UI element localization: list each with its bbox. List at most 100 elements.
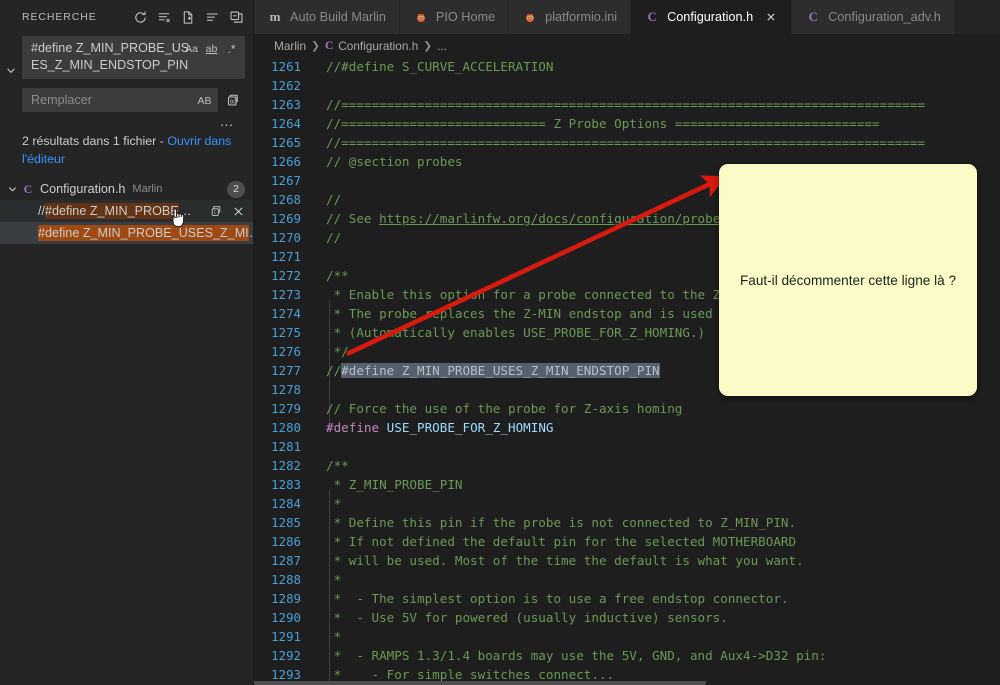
code-token: // [326, 230, 341, 245]
tab-label: Configuration.h [667, 10, 753, 24]
close-icon[interactable] [764, 10, 778, 24]
collapse-all-icon[interactable] [225, 6, 247, 28]
result-file-folder: Marlin [132, 183, 162, 195]
chevron-down-icon[interactable] [4, 183, 20, 196]
line-number: 1267 [254, 173, 326, 188]
tab-auto-build-marlin[interactable]: m Auto Build Marlin [254, 0, 400, 34]
view-as-tree-icon[interactable] [201, 6, 223, 28]
code-token: //=========================== Z Probe Op… [326, 116, 880, 131]
code-line[interactable]: 1285 * Define this pin if the probe is n… [254, 513, 1000, 532]
search-results-tree: C Configuration.h Marlin 2 //#define Z_M… [0, 178, 253, 244]
code-token: // See [326, 211, 379, 226]
line-number: 1283 [254, 477, 326, 492]
line-number: 1275 [254, 325, 326, 340]
result-match-row-2[interactable]: #define Z_MIN_PROBE_USES_Z_MI… [0, 222, 253, 244]
search-input-value: #define Z_MIN_PROBE_USES_Z_MIN_ENDSTOP_P… [31, 40, 192, 74]
search-input[interactable]: #define Z_MIN_PROBE_USES_Z_MIN_ENDSTOP_P… [22, 36, 245, 79]
search-details-toggle[interactable]: … [22, 112, 245, 130]
line-number: 1269 [254, 211, 326, 226]
code-line[interactable]: 1282/** [254, 456, 1000, 475]
code-line[interactable]: 1290 * - Use 5V for powered (usually ind… [254, 608, 1000, 627]
use-regex-toggle[interactable]: .* [223, 40, 240, 57]
search-view-title: RECHERCHE [22, 11, 97, 23]
code-line[interactable]: 1261//#define S_CURVE_ACCELERATION [254, 57, 1000, 76]
code-line[interactable]: 1280#define USE_PROBE_FOR_Z_HOMING [254, 418, 1000, 437]
tab-label: PIO Home [436, 10, 495, 24]
replace-match-icon[interactable]: C [208, 202, 226, 220]
line-number: 1270 [254, 230, 326, 245]
code-line[interactable]: 1263//==================================… [254, 95, 1000, 114]
line-content: //======================================… [326, 135, 925, 150]
replace-input-placeholder: Remplacer [31, 93, 92, 107]
code-line[interactable]: 1292 * - RAMPS 1.3/1.4 boards may use th… [254, 646, 1000, 665]
replace-input[interactable]: Remplacer AB [22, 88, 218, 112]
line-content: * [326, 496, 341, 511]
code-token: //======================================… [326, 135, 925, 150]
breadcrumb-item-symbol[interactable]: ... [437, 39, 447, 53]
tab-configuration-adv-h[interactable]: C Configuration_adv.h [792, 0, 955, 34]
line-content: // [326, 192, 341, 207]
match-text-1: #define Z_MIN_PROBE [45, 203, 179, 219]
code-line[interactable]: 1284 * [254, 494, 1000, 513]
code-line[interactable]: 1279// Force the use of the probe for Z-… [254, 399, 1000, 418]
search-view-header: RECHERCHE [0, 0, 253, 34]
result-file-name: Configuration.h [40, 182, 125, 196]
code-line[interactable]: 1289 * - The simplest option is to use a… [254, 589, 1000, 608]
chevron-right-icon: ❯ [311, 40, 320, 52]
line-number: 1272 [254, 268, 326, 283]
breadcrumb-item-folder[interactable]: Marlin [274, 39, 306, 53]
replace-input-options: AB [196, 92, 213, 109]
horizontal-scrollbar[interactable] [254, 681, 1000, 685]
code-line[interactable]: 1264//=========================== Z Prob… [254, 114, 1000, 133]
code-line[interactable]: 1291 * [254, 627, 1000, 646]
sticky-note-text: Faut-il décommenter cette ligne là ? [740, 271, 956, 290]
code-token: * [326, 496, 341, 511]
code-line[interactable]: 1286 * If not defined the default pin fo… [254, 532, 1000, 551]
line-content: //=========================== Z Probe Op… [326, 116, 880, 131]
code-line[interactable]: 1287 * will be used. Most of the time th… [254, 551, 1000, 570]
code-token: //#define S_CURVE_ACCELERATION [326, 59, 553, 74]
code-token: // Force the use of the probe for Z-axis… [326, 401, 682, 416]
refresh-icon[interactable] [129, 6, 151, 28]
code-token: https://marlinfw.org/docs/configuration/… [379, 211, 766, 226]
code-token: // [326, 192, 341, 207]
line-number: 1278 [254, 382, 326, 397]
match-whole-word-toggle[interactable]: ab [203, 40, 220, 57]
vscode-window: RECHERCHE [0, 0, 1000, 685]
code-line[interactable]: 1288 * [254, 570, 1000, 589]
sticky-note-annotation: Faut-il décommenter cette ligne là ? [719, 164, 977, 396]
match-case-toggle[interactable]: Aa [183, 40, 200, 57]
toggle-replace-twisty[interactable] [2, 62, 20, 80]
code-line[interactable]: 1283 * Z_MIN_PROBE_PIN [254, 475, 1000, 494]
c-header-file-icon: C [20, 181, 36, 197]
result-match-row-1[interactable]: //#define Z_MIN_PROBE… C [0, 200, 253, 222]
line-number: 1286 [254, 534, 326, 549]
breadcrumb-item-file[interactable]: Configuration.h [338, 39, 418, 53]
line-content: * [326, 572, 341, 587]
line-number: 1282 [254, 458, 326, 473]
c-glyph: C [648, 10, 657, 25]
tab-label: platformio.ini [545, 10, 617, 24]
line-number: 1261 [254, 59, 326, 74]
code-line[interactable]: 1281 [254, 437, 1000, 456]
code-line[interactable]: 1262 [254, 76, 1000, 95]
result-file-row[interactable]: C Configuration.h Marlin 2 [0, 178, 253, 200]
result-match-count-badge: 2 [227, 181, 245, 198]
tab-configuration-h[interactable]: C Configuration.h [631, 0, 792, 34]
tab-pio-home[interactable]: PIO Home [400, 0, 509, 34]
c-header-file-icon: C [805, 9, 821, 25]
clear-results-icon[interactable] [153, 6, 175, 28]
line-number: 1265 [254, 135, 326, 150]
replace-row: Remplacer AB BC [22, 88, 245, 112]
code-token: * - Use 5V for powered (usually inductiv… [326, 610, 728, 625]
replace-all-icon[interactable]: BC [223, 88, 245, 112]
code-line[interactable]: 1265//==================================… [254, 133, 1000, 152]
dismiss-match-icon[interactable] [229, 202, 247, 220]
scrollbar-thumb[interactable] [254, 681, 706, 685]
marlin-icon: m [267, 9, 283, 25]
preserve-case-toggle[interactable]: AB [196, 92, 213, 109]
line-content: * [326, 629, 341, 644]
open-in-new-editor-icon[interactable] [177, 6, 199, 28]
line-number: 1264 [254, 116, 326, 131]
tab-platformio-ini[interactable]: platformio.ini [509, 0, 631, 34]
